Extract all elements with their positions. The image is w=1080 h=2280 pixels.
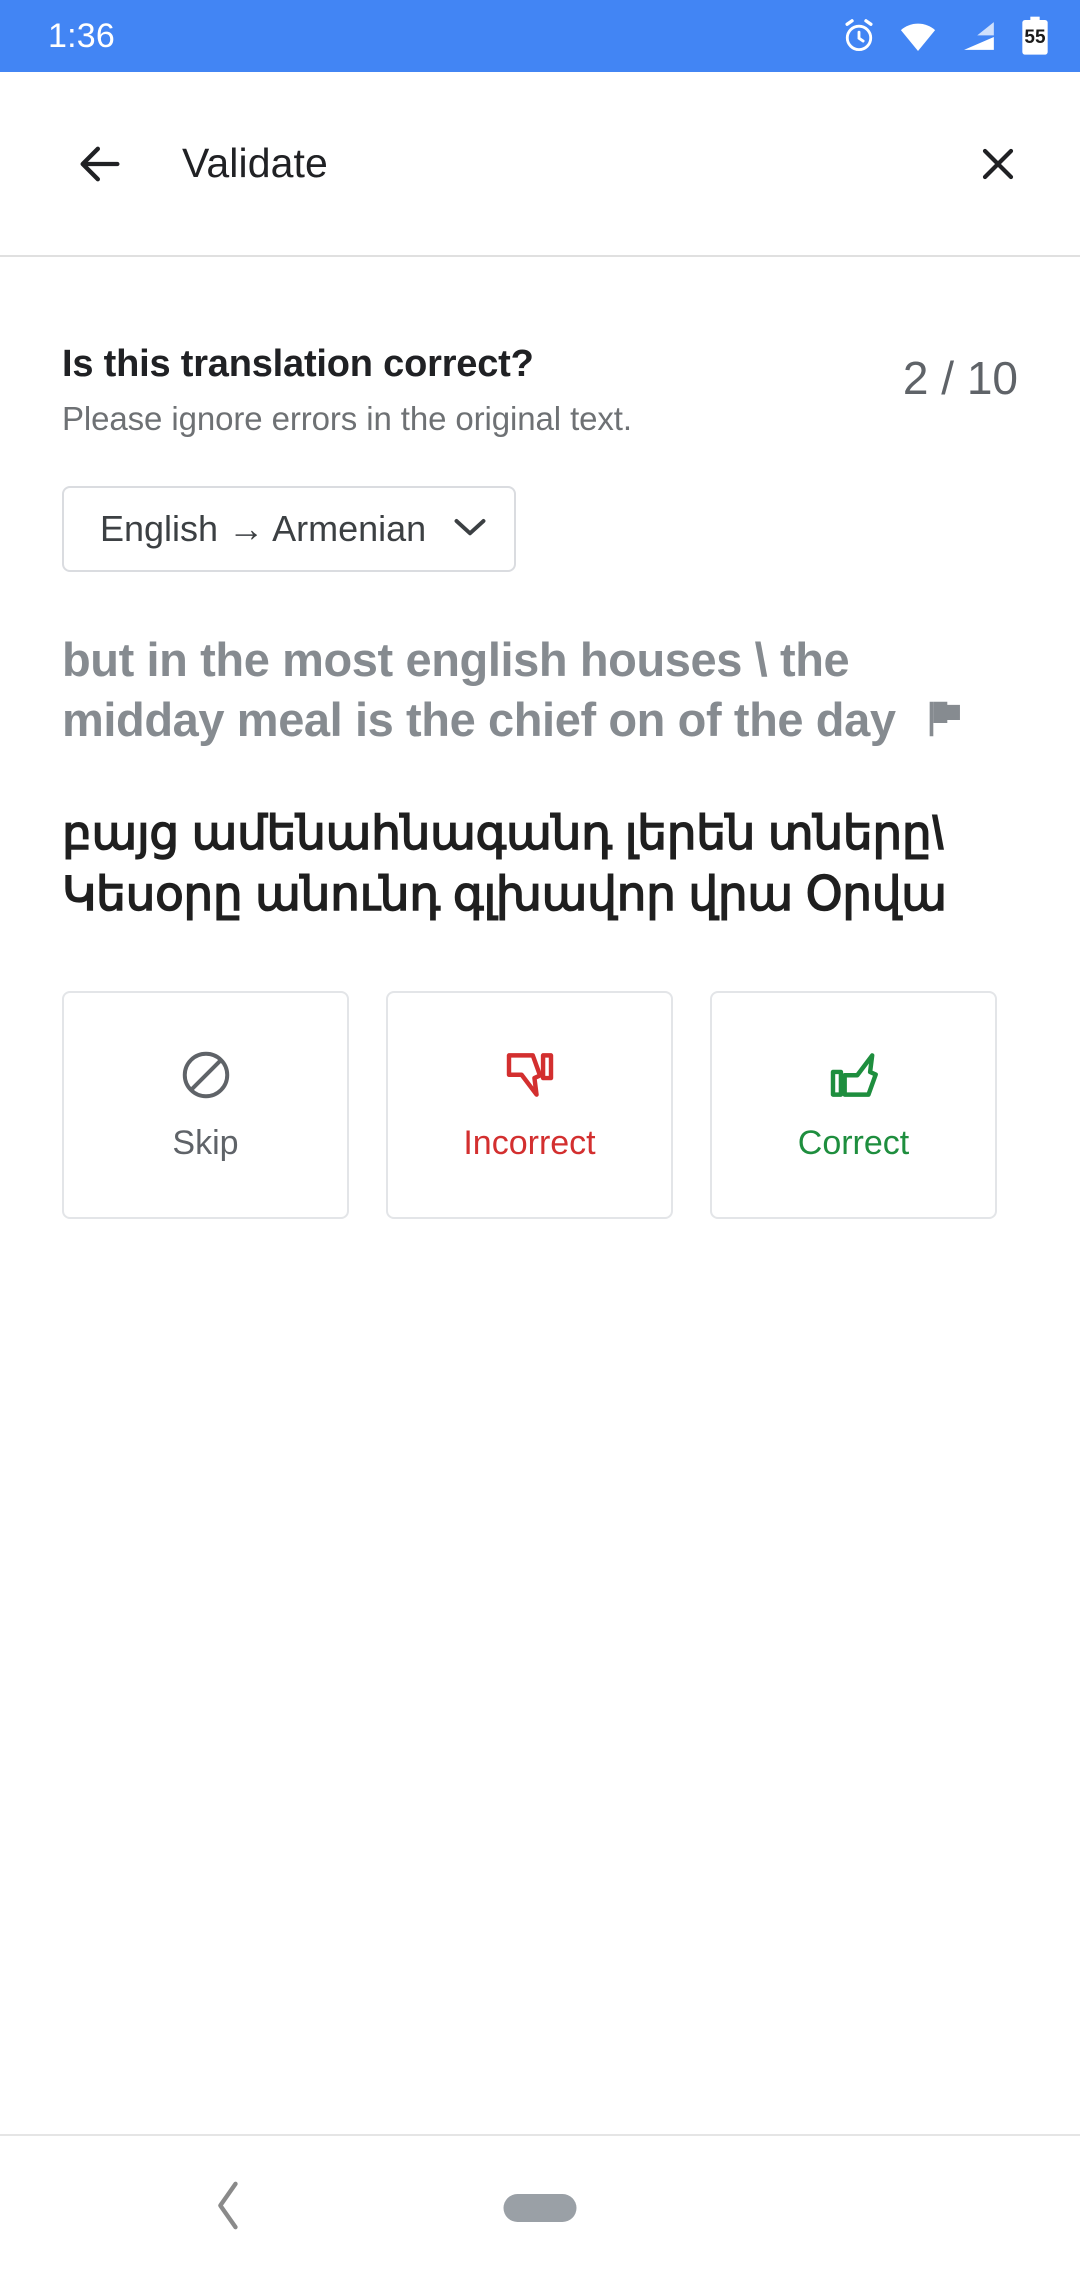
- correct-button[interactable]: Correct: [710, 990, 997, 1219]
- question-header: Is this translation correct? Please igno…: [62, 343, 1018, 438]
- nav-back-chevron-icon[interactable]: [212, 2180, 246, 2237]
- status-bar: 1:36 55: [0, 0, 1080, 72]
- target-text: բայց ամենահնագանդ լերեն տները\ Կեսօրը ան…: [62, 806, 947, 921]
- block-icon: [178, 1047, 234, 1108]
- incorrect-button[interactable]: Incorrect: [386, 990, 673, 1219]
- battery-level-text: 55: [1024, 27, 1046, 48]
- incorrect-button-label: Incorrect: [463, 1123, 596, 1162]
- chevron-down-icon: [452, 514, 488, 545]
- status-icon-group: 55: [840, 16, 1052, 56]
- wifi-icon: [898, 17, 938, 55]
- status-clock: 1:36: [48, 16, 115, 55]
- app-screen: 1:36 55 Validate Is this translation cor…: [0, 0, 1080, 2280]
- app-toolbar: Validate: [0, 72, 1080, 255]
- signal-icon: [958, 17, 998, 55]
- thumb-down-icon: [502, 1047, 558, 1108]
- main-content: Is this translation correct? Please igno…: [0, 257, 1080, 2134]
- source-text: but in the most english houses \ the mid…: [62, 633, 896, 747]
- language-pair-selector[interactable]: English → Armenian: [62, 486, 517, 572]
- thumb-up-icon: [826, 1047, 882, 1108]
- battery-icon: 55: [1018, 16, 1052, 56]
- progress-counter: 2 / 10: [902, 352, 1018, 404]
- language-pair-label: English → Armenian: [100, 508, 427, 549]
- close-icon[interactable]: [960, 126, 1036, 202]
- alarm-icon: [840, 17, 878, 55]
- validation-actions: Skip Incorrect Correct: [62, 990, 1018, 1219]
- skip-button-label: Skip: [172, 1123, 239, 1162]
- nav-home-pill[interactable]: [503, 2194, 577, 2222]
- question-text-block: Is this translation correct? Please igno…: [62, 343, 883, 438]
- system-nav-bar: [0, 2134, 1080, 2280]
- question-subtitle: Please ignore errors in the original tex…: [62, 400, 632, 437]
- arrow-back-icon[interactable]: [62, 126, 138, 202]
- flag-icon[interactable]: [922, 696, 968, 756]
- page-title: Validate: [182, 140, 328, 186]
- question-title: Is this translation correct?: [62, 343, 534, 385]
- skip-button[interactable]: Skip: [62, 990, 349, 1219]
- source-text-block: but in the most english houses \ the mid…: [62, 630, 1018, 756]
- correct-button-label: Correct: [797, 1123, 910, 1162]
